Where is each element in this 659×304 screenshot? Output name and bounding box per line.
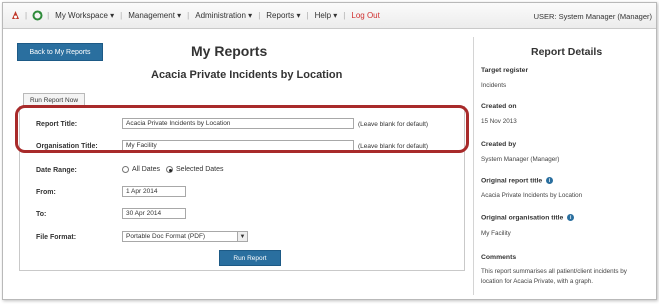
top-nav-bar: | | My Workspace ▾ | Management ▾ | Admi… <box>3 3 656 29</box>
original-title-label: Original report title <box>481 177 543 185</box>
target-register-label: Target register <box>481 67 529 74</box>
selected-dates-label: Selected Dates <box>176 166 224 173</box>
date-range-label: Date Range: <box>36 167 77 174</box>
radio-all-dates[interactable] <box>122 166 129 173</box>
created-by-label: Created by <box>481 141 517 148</box>
radio-selected-dates[interactable] <box>166 166 174 173</box>
app-logo-icon[interactable] <box>9 10 21 22</box>
original-title-heading: Original report title i <box>481 177 554 185</box>
from-date-input[interactable]: 1 Apr 2014 <box>122 186 186 197</box>
nav-my-workspace[interactable]: My Workspace ▾ <box>55 11 114 20</box>
original-org-heading: Original organisation title i <box>481 214 575 222</box>
app-window: | | My Workspace ▾ | Management ▾ | Admi… <box>2 2 657 300</box>
nav-management[interactable]: Management ▾ <box>128 11 181 20</box>
to-label: To: <box>36 211 47 218</box>
created-on-value: 15 Nov 2013 <box>481 118 517 125</box>
highlight-box <box>15 105 469 153</box>
original-org-value: My Facility <box>481 230 511 237</box>
to-date-input[interactable]: 30 Apr 2014 <box>122 208 186 219</box>
comments-label: Comments <box>481 254 517 261</box>
report-name-heading: Acacia Private Incidents by Location <box>151 69 343 81</box>
nav-administration[interactable]: Administration ▾ <box>195 11 252 20</box>
nav-divider: | <box>306 11 309 20</box>
main-panel: Back to My Reports My Reports Acacia Pri… <box>11 37 471 295</box>
nav-reports[interactable]: Reports ▾ <box>266 11 300 20</box>
target-register-value: Incidents <box>481 82 507 89</box>
panel-divider <box>473 37 474 295</box>
nav-help[interactable]: Help ▾ <box>315 11 338 20</box>
nav-divider: | <box>258 11 261 20</box>
nav-divider: | <box>187 11 190 20</box>
comments-line-2: location for Acacia Private, with a grap… <box>481 278 594 285</box>
original-org-label: Original organisation title <box>481 214 564 222</box>
from-label: From: <box>36 189 56 196</box>
created-on-label: Created on <box>481 103 517 110</box>
nav-divider: | <box>120 11 123 20</box>
run-report-button[interactable]: Run Report <box>219 250 281 266</box>
nav-divider: | <box>343 11 346 20</box>
report-details-panel: Report Details Target register Incidents… <box>481 37 656 295</box>
user-label: USER: System Manager (Manager) <box>533 12 652 21</box>
file-format-label: File Format: <box>36 234 77 241</box>
info-icon[interactable]: i <box>546 177 554 184</box>
file-format-select[interactable]: Portable Doc Format (PDF) ▼ <box>122 231 248 242</box>
created-by-value: System Manager (Manager) <box>481 156 560 163</box>
original-title-value: Acacia Private Incidents by Location <box>481 192 583 199</box>
page-title: My Reports <box>191 43 268 59</box>
nav-divider: | <box>47 11 50 20</box>
chevron-down-icon[interactable]: ▼ <box>237 232 247 241</box>
nav-divider: | <box>25 11 28 20</box>
all-dates-label: All Dates <box>132 166 161 173</box>
back-to-my-reports-button[interactable]: Back to My Reports <box>17 43 103 61</box>
comments-line-1: This report summarises all patient/clien… <box>481 268 627 275</box>
details-title: Report Details <box>531 46 603 58</box>
refresh-icon[interactable] <box>31 10 43 22</box>
info-icon[interactable]: i <box>567 214 575 221</box>
date-range-options: All Dates Selected Dates <box>122 166 224 173</box>
logout-link[interactable]: Log Out <box>351 11 379 20</box>
file-format-value: Portable Doc Format (PDF) <box>126 233 206 240</box>
